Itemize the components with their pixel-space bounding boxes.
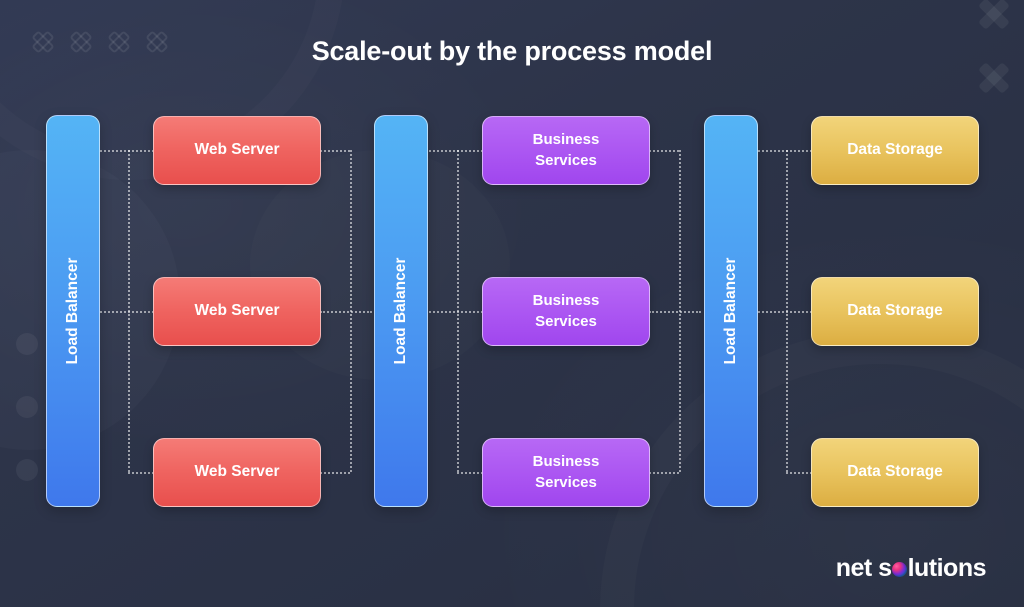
connector-branch [786,472,812,474]
multicolor-sphere-icon [892,562,908,577]
business-services-node-2[interactable]: Business Services [482,277,650,346]
load-balancer-1[interactable]: Load Balancer [46,115,100,507]
connector-branch [758,150,812,152]
load-balancer-label: Load Balancer [722,257,739,365]
load-balancer-3[interactable]: Load Balancer [704,115,758,507]
connector-branch [320,150,350,152]
business-services-node-1[interactable]: Business Services [482,116,650,185]
connector-branch [649,472,679,474]
diagram-canvas: Scale-out by the process model Load Bala… [0,0,1024,607]
connector-branch [128,472,154,474]
connector-branch [457,472,483,474]
connector-branch [320,472,350,474]
page-title: Scale-out by the process model [311,36,713,66]
logo-text-before: net s [835,554,892,582]
web-server-node-2[interactable]: Web Server [153,277,321,346]
connector-branch [649,311,701,313]
connector-trunk [128,150,130,472]
connector-trunk [457,150,459,472]
data-storage-node-3[interactable]: Data Storage [811,438,979,507]
connector-branch [429,150,483,152]
decorative-dot [16,333,38,355]
web-server-node-1[interactable]: Web Server [153,116,321,185]
logo-text-after: lutions [907,554,987,582]
connector-branch [100,311,154,313]
business-services-node-3[interactable]: Business Services [482,438,650,507]
decorative-dot [16,459,38,481]
web-server-node-3[interactable]: Web Server [153,438,321,507]
connector-trunk [786,150,788,472]
cross-icon [974,0,1014,34]
connector-trunk [350,150,352,472]
decorative-dot [16,396,38,418]
connector-branch [320,311,372,313]
connector-branch [100,150,154,152]
data-storage-node-2[interactable]: Data Storage [811,277,979,346]
load-balancer-label: Load Balancer [392,257,409,365]
connector-trunk [679,150,681,472]
net-solutions-logo: net s lutions [835,554,987,583]
connector-branch [429,311,483,313]
connector-branch [758,311,812,313]
load-balancer-label: Load Balancer [64,257,81,365]
data-storage-node-1[interactable]: Data Storage [811,116,979,185]
load-balancer-2[interactable]: Load Balancer [374,115,428,507]
connector-branch [649,150,679,152]
